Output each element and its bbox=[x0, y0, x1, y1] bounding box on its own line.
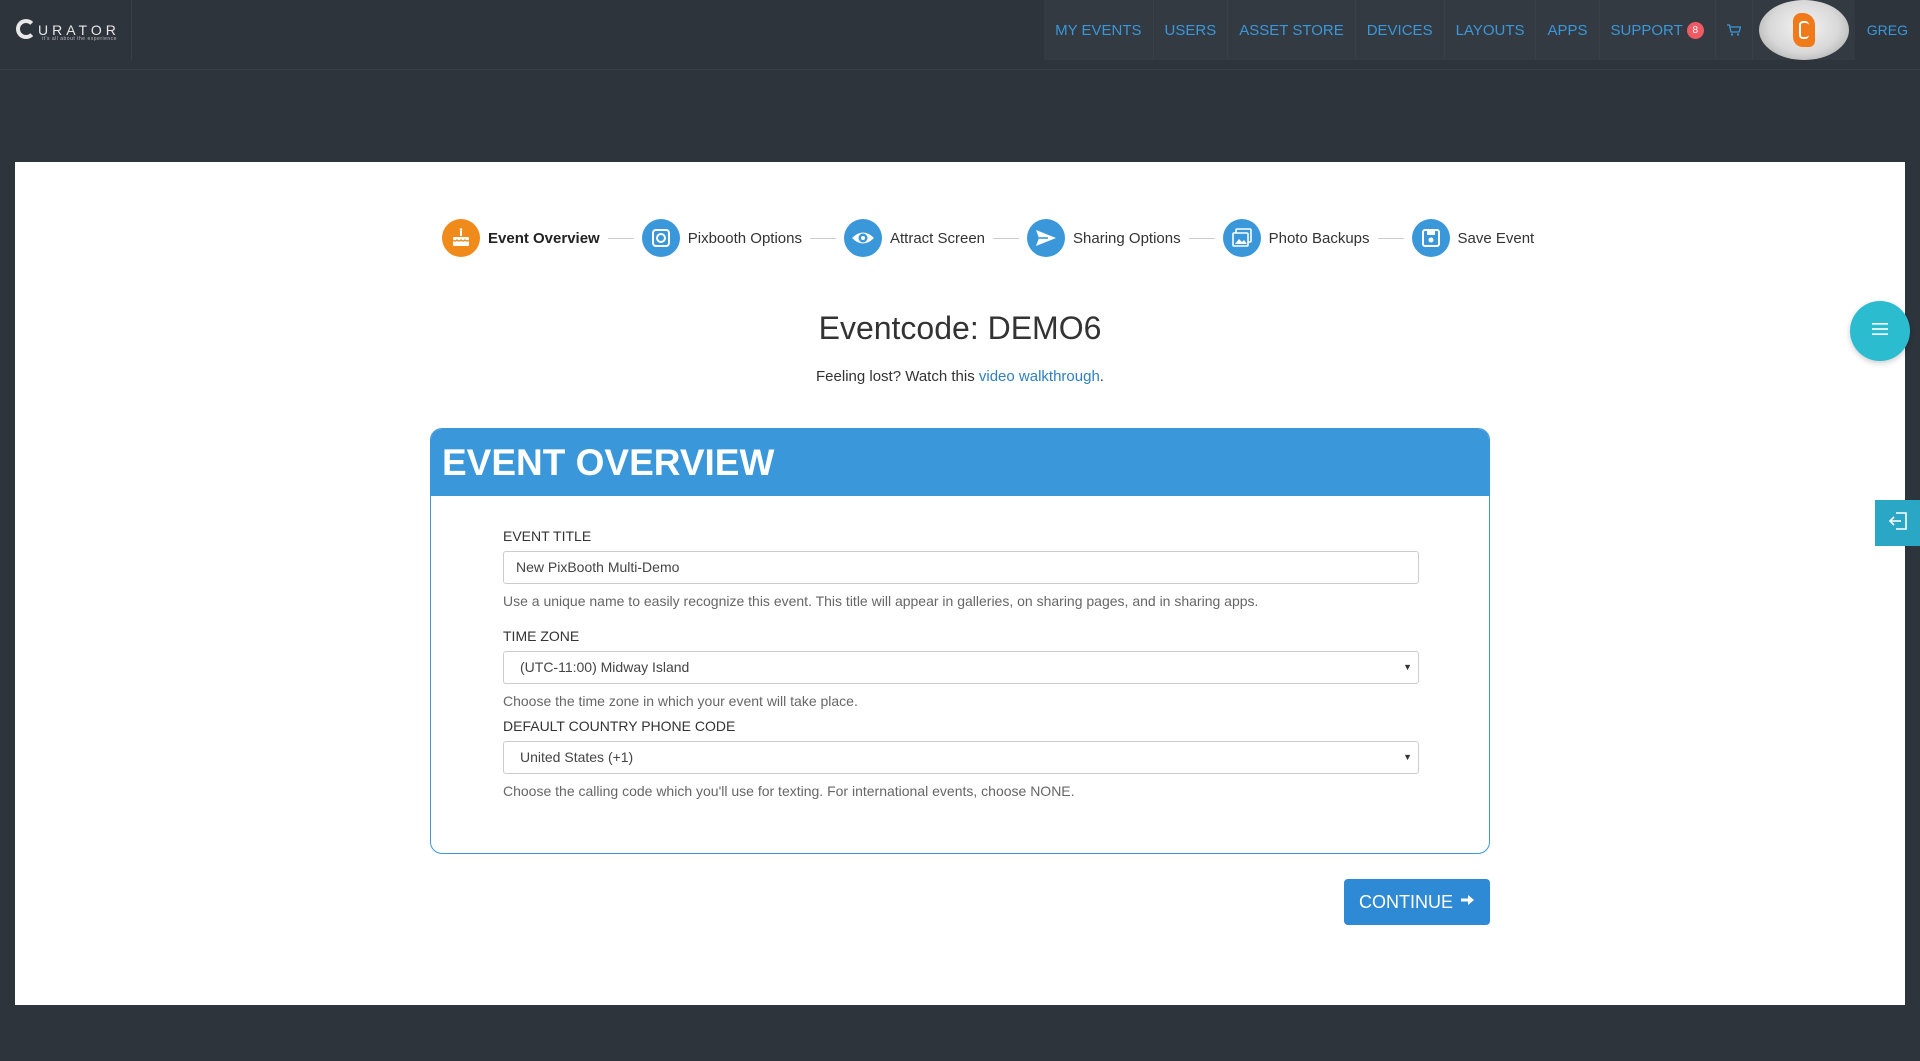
phone-code-help: Choose the calling code which you'll use… bbox=[503, 783, 1075, 799]
cart-button[interactable] bbox=[1714, 0, 1752, 60]
nav-layouts[interactable]: LAYOUTS bbox=[1443, 0, 1536, 60]
continue-button[interactable]: CONTINUE bbox=[1344, 879, 1490, 925]
step-label: Sharing Options bbox=[1073, 229, 1181, 247]
photos-icon bbox=[1222, 219, 1261, 257]
user-name[interactable]: GREG bbox=[1855, 0, 1920, 60]
time-zone-select[interactable]: (UTC-11:00) Midway Island ▼ bbox=[503, 651, 1419, 684]
step-event-overview[interactable]: Event Overview bbox=[442, 219, 600, 257]
send-icon bbox=[1027, 219, 1066, 257]
time-zone-label: TIME ZONE bbox=[503, 628, 580, 644]
step-label: Save Event bbox=[1457, 229, 1535, 247]
event-title-input[interactable]: New PixBooth Multi-Demo bbox=[503, 551, 1419, 584]
step-connector bbox=[1377, 237, 1404, 239]
floppy-disk-icon bbox=[1411, 219, 1450, 257]
nav-support[interactable]: SUPPORT 8 bbox=[1598, 0, 1715, 60]
main-nav: MY EVENTS USERS ASSET STORE DEVICES LAYO… bbox=[1044, 0, 1920, 60]
step-photo-backups[interactable]: Photo Backups bbox=[1222, 219, 1370, 257]
nav-apps[interactable]: APPS bbox=[1535, 0, 1599, 60]
user-avatar-button[interactable] bbox=[1751, 0, 1855, 60]
menu-fab-button[interactable] bbox=[1850, 301, 1910, 361]
wizard-stepper: Event Overview Pixbooth Options Attract … bbox=[442, 213, 1534, 263]
hamburger-menu-icon bbox=[1871, 322, 1889, 341]
brand-logo[interactable]: URATOR it's all about the experience bbox=[0, 0, 132, 60]
nav-support-label: SUPPORT bbox=[1610, 21, 1683, 39]
support-badge: 8 bbox=[1686, 21, 1704, 39]
step-connector bbox=[993, 237, 1020, 239]
step-label: Event Overview bbox=[488, 229, 600, 247]
step-connector bbox=[1188, 237, 1215, 239]
event-title-help: Use a unique name to easily recognize th… bbox=[503, 593, 1259, 609]
logo-c-icon bbox=[16, 19, 36, 39]
side-panel-toggle[interactable] bbox=[1875, 500, 1920, 546]
event-title-label: EVENT TITLE bbox=[503, 528, 592, 544]
event-overview-card: EVENT OVERVIEW EVENT TITLE New PixBooth … bbox=[430, 428, 1490, 854]
nav-asset-store[interactable]: ASSET STORE bbox=[1227, 0, 1355, 60]
help-line-text: Feeling lost? Watch this bbox=[816, 368, 979, 385]
continue-label: CONTINUE bbox=[1359, 891, 1453, 912]
eye-icon bbox=[843, 219, 882, 257]
step-connector bbox=[607, 237, 634, 239]
step-label: Photo Backups bbox=[1268, 229, 1370, 247]
step-label: Pixbooth Options bbox=[687, 229, 802, 247]
phone-code-value: United States (+1) bbox=[520, 749, 634, 765]
cart-icon bbox=[1726, 24, 1741, 36]
page-title: Eventcode: DEMO6 bbox=[818, 310, 1102, 346]
arrow-right-icon bbox=[1459, 892, 1475, 913]
step-save-event[interactable]: Save Event bbox=[1411, 219, 1535, 257]
video-walkthrough-link[interactable]: video walkthrough bbox=[979, 368, 1100, 385]
brand-tagline: it's all about the experience bbox=[42, 36, 117, 42]
phone-code-label: DEFAULT COUNTRY PHONE CODE bbox=[503, 718, 736, 734]
step-attract-screen[interactable]: Attract Screen bbox=[843, 219, 986, 257]
card-title: EVENT OVERVIEW bbox=[431, 429, 1489, 496]
help-line-suffix: . bbox=[1099, 368, 1104, 385]
chevron-down-icon: ▼ bbox=[1403, 662, 1412, 672]
nav-users[interactable]: USERS bbox=[1152, 0, 1228, 60]
avatar-figure-icon bbox=[1792, 13, 1815, 47]
nav-my-events[interactable]: MY EVENTS bbox=[1044, 0, 1153, 60]
camera-icon bbox=[641, 219, 680, 257]
step-connector bbox=[809, 237, 836, 239]
cake-icon bbox=[442, 219, 480, 257]
step-pixbooth-options[interactable]: Pixbooth Options bbox=[641, 219, 802, 257]
top-nav-bar: URATOR it's all about the experience MY … bbox=[0, 0, 1920, 70]
time-zone-value: (UTC-11:00) Midway Island bbox=[520, 659, 690, 675]
nav-devices[interactable]: DEVICES bbox=[1354, 0, 1444, 60]
time-zone-help: Choose the time zone in which your event… bbox=[503, 693, 858, 709]
chevron-down-icon: ▼ bbox=[1403, 752, 1412, 762]
step-label: Attract Screen bbox=[889, 229, 986, 247]
sign-in-icon bbox=[1887, 510, 1909, 537]
help-line: Feeling lost? Watch this video walkthrou… bbox=[0, 368, 1920, 385]
step-sharing-options[interactable]: Sharing Options bbox=[1027, 219, 1181, 257]
phone-code-select[interactable]: United States (+1) ▼ bbox=[503, 741, 1419, 774]
avatar bbox=[1758, 0, 1849, 60]
